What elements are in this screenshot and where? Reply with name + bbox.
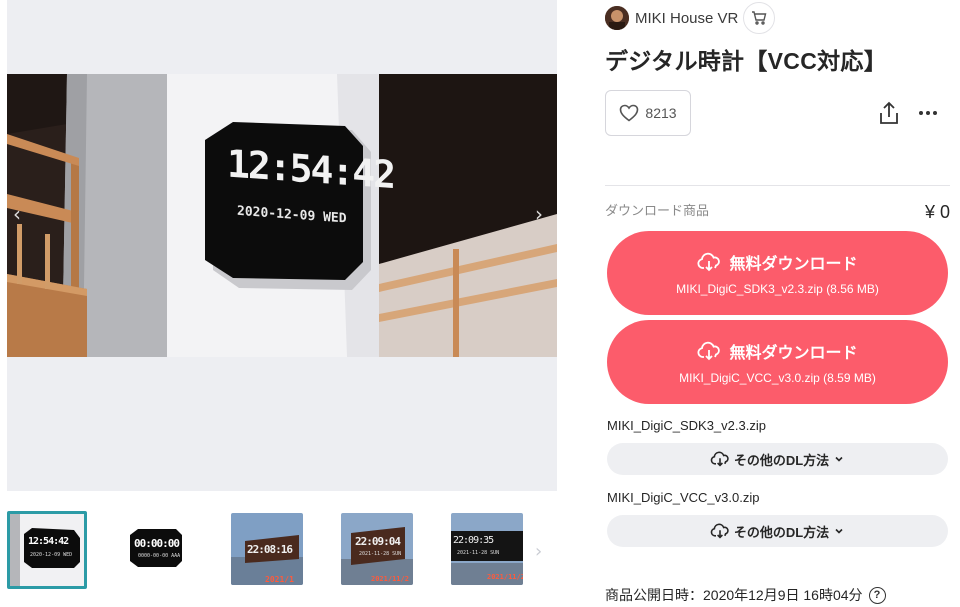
like-button[interactable]: 8213: [605, 90, 691, 136]
help-icon[interactable]: ?: [868, 586, 886, 604]
cloud-download-icon: [697, 341, 721, 361]
shop-info: MIKI House VR: [605, 2, 776, 34]
thumbnail-3[interactable]: 22:08:16 2021/1: [231, 513, 303, 585]
other-download-methods-button-1[interactable]: その他のDL方法: [607, 443, 948, 475]
thumb-5-label: 2021/11/2: [487, 573, 523, 581]
share-button[interactable]: [877, 100, 901, 126]
clock-time-text: 12:54:42: [227, 141, 395, 198]
divider: [605, 185, 950, 186]
thumb-2-date: 0000-00-00 AAA: [138, 553, 181, 559]
thumb-4-label: 2021/11/2: [371, 575, 409, 583]
thumb-5-date: 2021-11-28 SUN: [457, 550, 500, 556]
clock-day: WED: [323, 209, 347, 227]
download-button-label: 無料ダウンロード: [729, 345, 858, 362]
thumb-4-date: 2021-11-28 SUN: [359, 551, 402, 557]
product-panel: MIKI House VR デジタル時計【VCC対応】 8213 ダウンロード商…: [605, 0, 950, 607]
thumb-5-time: 22:09:35: [453, 535, 494, 546]
free-download-button-1[interactable]: 無料ダウンロード MIKI_DigiC_SDK3_v2.3.zip (8.56 …: [607, 231, 948, 315]
published-text: 商品公開日時：2020年12月9日 16時04分: [605, 587, 863, 603]
chevron-right-icon[interactable]: ›: [535, 204, 543, 224]
thumb-3-time: 22:08:16: [247, 543, 293, 556]
cart-button[interactable]: [743, 2, 776, 34]
heart-icon: [620, 104, 639, 122]
thumb-1-date: 2020-12-09 WED: [30, 552, 73, 558]
download-file-info: MIKI_DigiC_SDK3_v2.3.zip (8.56 MB): [676, 282, 879, 296]
cloud-download-icon: [697, 252, 721, 272]
main-product-image[interactable]: 12:54:42 2020-12-09 WED ‹ ›: [7, 74, 557, 357]
download-product-label: ダウンロード商品: [605, 203, 710, 218]
cloud-download-icon: [710, 451, 729, 467]
thumbnail-1[interactable]: 12:54:42 2020-12-09 WED: [7, 511, 87, 589]
price: ¥ 0: [924, 202, 950, 222]
thumbnail-4[interactable]: 22:09:04 2021-11-28 SUN 2021/11/2: [341, 513, 413, 585]
more-icon: [919, 111, 937, 115]
thumb-4-time: 22:09:04: [355, 535, 401, 548]
thumbs-chevron-right-icon[interactable]: ›: [535, 541, 542, 562]
other-download-methods-button-2[interactable]: その他のDL方法: [607, 515, 948, 547]
chevron-down-icon: [835, 456, 843, 462]
other-methods-label: その他のDL方法: [733, 452, 830, 468]
shop-name[interactable]: MIKI House VR: [635, 10, 738, 27]
like-count: 8213: [645, 105, 677, 121]
product-title: デジタル時計【VCC対応】: [605, 48, 888, 74]
image-gallery: 12:54:42 2020-12-09 WED ‹ ›: [7, 0, 557, 491]
other-file-name-2: MIKI_DigiC_VCC_v3.0.zip: [607, 490, 760, 505]
cart-icon: [752, 11, 767, 25]
thumbnail-2[interactable]: 00:00:00 0000-00-00 AAA: [120, 513, 192, 585]
other-file-name-1: MIKI_DigiC_SDK3_v2.3.zip: [607, 418, 766, 433]
share-icon: [880, 101, 898, 124]
download-button-label: 無料ダウンロード: [729, 256, 858, 273]
shop-avatar[interactable]: [605, 6, 629, 30]
download-file-info: MIKI_DigiC_VCC_v3.0.zip (8.59 MB): [679, 371, 876, 385]
thumbnail-5[interactable]: 22:09:35 2021-11-28 SUN 2021/11/2: [451, 513, 523, 585]
published-date: 商品公開日時：2020年12月9日 16時04分 ?: [605, 585, 886, 605]
free-download-button-2[interactable]: 無料ダウンロード MIKI_DigiC_VCC_v3.0.zip (8.59 M…: [607, 320, 948, 404]
thumb-1-time: 12:54:42: [28, 536, 69, 547]
more-button[interactable]: [917, 102, 939, 124]
chevron-left-icon[interactable]: ‹: [13, 204, 21, 224]
other-methods-label: その他のDL方法: [733, 524, 830, 540]
thumbnail-strip: 12:54:42 2020-12-09 WED 00:00:00 0000-00…: [7, 509, 557, 591]
cloud-download-icon: [710, 523, 729, 539]
chevron-down-icon: [835, 528, 843, 534]
thumb-2-time: 00:00:00: [134, 537, 180, 550]
thumb-3-label: 2021/1: [265, 575, 294, 584]
